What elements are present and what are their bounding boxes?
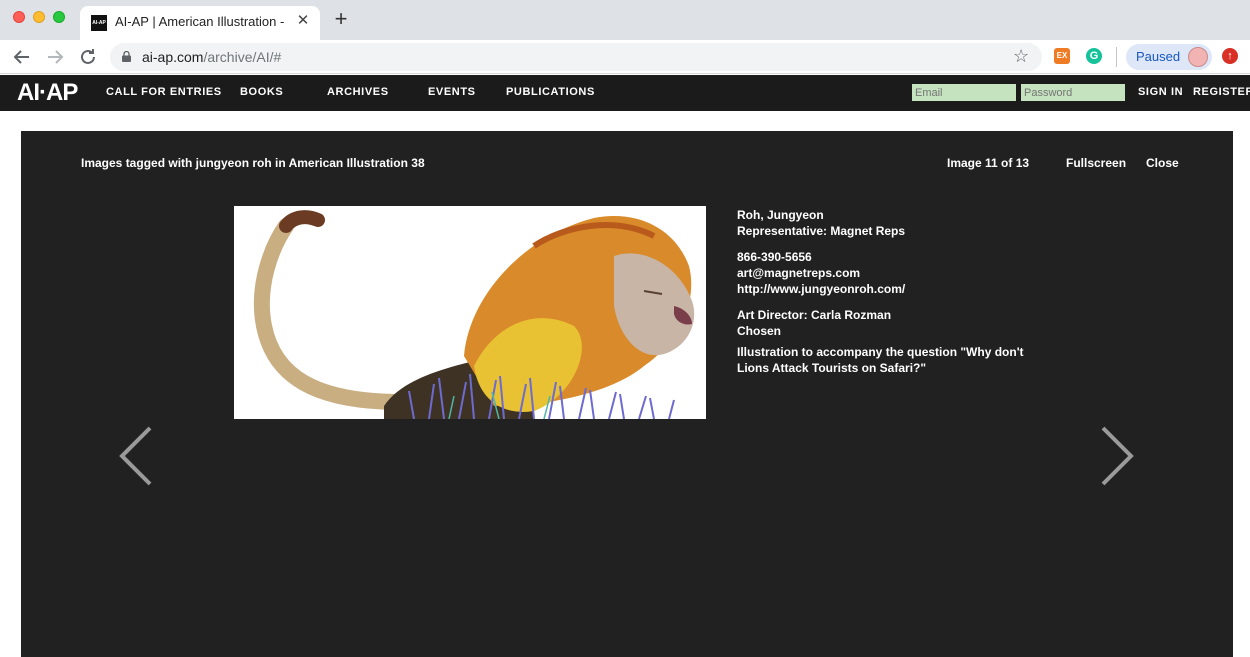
back-arrow-icon[interactable] — [10, 45, 34, 69]
close-window-button[interactable] — [13, 11, 25, 23]
avatar — [1188, 47, 1208, 67]
forward-arrow-icon[interactable] — [43, 45, 67, 69]
art-director-text: Art Director: Carla Rozman — [737, 308, 892, 322]
new-tab-button[interactable]: + — [330, 8, 352, 31]
sign-in-link[interactable]: SIGN IN — [1138, 86, 1183, 98]
browser-toolbar: ai-ap.com/archive/AI/# ☆ EX G Paused ↑ — [0, 40, 1250, 74]
image-counter: Image 11 of 13 — [947, 156, 1030, 170]
bookmark-star-icon[interactable]: ☆ — [1013, 46, 1029, 67]
lock-icon — [122, 51, 131, 62]
status-text: Chosen — [737, 324, 782, 338]
site-favicon-icon: AI-AP — [91, 15, 107, 31]
image-details: Roh, Jungyeon Representative: Magnet Rep… — [737, 207, 1037, 376]
website-link[interactable]: http://www.jungyeonroh.com/ — [737, 281, 1037, 297]
grammarly-extension-icon[interactable]: G — [1086, 48, 1102, 64]
maximize-window-button[interactable] — [53, 11, 65, 23]
update-arrow-icon[interactable]: ↑ — [1222, 48, 1238, 64]
password-field[interactable] — [1021, 84, 1125, 101]
representative-text: Representative: Magnet Reps — [737, 224, 906, 238]
next-image-chevron-icon[interactable] — [1099, 424, 1135, 488]
nav-call-for-entries[interactable]: CALL FOR ENTRIES — [106, 86, 222, 98]
site-logo[interactable]: AI·AP — [17, 79, 78, 107]
browser-tabstrip: AI-AP AI-AP | American Illustration - ✕ … — [0, 0, 1250, 40]
minimize-window-button[interactable] — [33, 11, 45, 23]
previous-image-chevron-icon[interactable] — [118, 424, 154, 488]
site-header: AI·AP CALL FOR ENTRIES BOOKS ARCHIVES EV… — [0, 75, 1250, 111]
lightbox-heading: Images tagged with jungyeon roh in Ameri… — [81, 156, 425, 170]
email-field[interactable] — [912, 84, 1016, 101]
toolbar-divider — [1116, 47, 1117, 67]
register-link[interactable]: REGISTER — [1193, 86, 1250, 98]
nav-publications[interactable]: PUBLICATIONS — [506, 86, 595, 98]
profile-status-label: Paused — [1136, 49, 1181, 64]
url-text: ai-ap.com/archive/AI/# — [142, 49, 282, 65]
nav-events[interactable]: EVENTS — [428, 86, 476, 98]
email-link[interactable]: art@magnetreps.com — [737, 265, 1037, 281]
nav-archives[interactable]: ARCHIVES — [327, 86, 389, 98]
profile-button[interactable]: Paused — [1126, 44, 1212, 70]
lion-illustration-image[interactable] — [234, 206, 706, 419]
artist-name[interactable]: Roh, Jungyeon — [737, 207, 1037, 223]
reload-icon[interactable] — [76, 45, 100, 69]
browser-tab[interactable]: AI-AP AI-AP | American Illustration - ✕ — [80, 6, 320, 40]
nav-books[interactable]: BOOKS — [240, 86, 283, 98]
phone-number: 866-390-5656 — [737, 250, 812, 264]
extension-ex-icon[interactable]: EX — [1054, 48, 1070, 64]
image-lightbox: Images tagged with jungyeon roh in Ameri… — [21, 131, 1233, 657]
tab-close-icon[interactable]: ✕ — [295, 13, 311, 29]
tab-title: AI-AP | American Illustration - — [115, 14, 285, 29]
fullscreen-button[interactable]: Fullscreen — [1066, 156, 1126, 170]
close-button[interactable]: Close — [1146, 156, 1179, 170]
image-description: Illustration to accompany the question "… — [737, 345, 1024, 375]
address-bar[interactable]: ai-ap.com/archive/AI/# ☆ — [110, 43, 1042, 71]
